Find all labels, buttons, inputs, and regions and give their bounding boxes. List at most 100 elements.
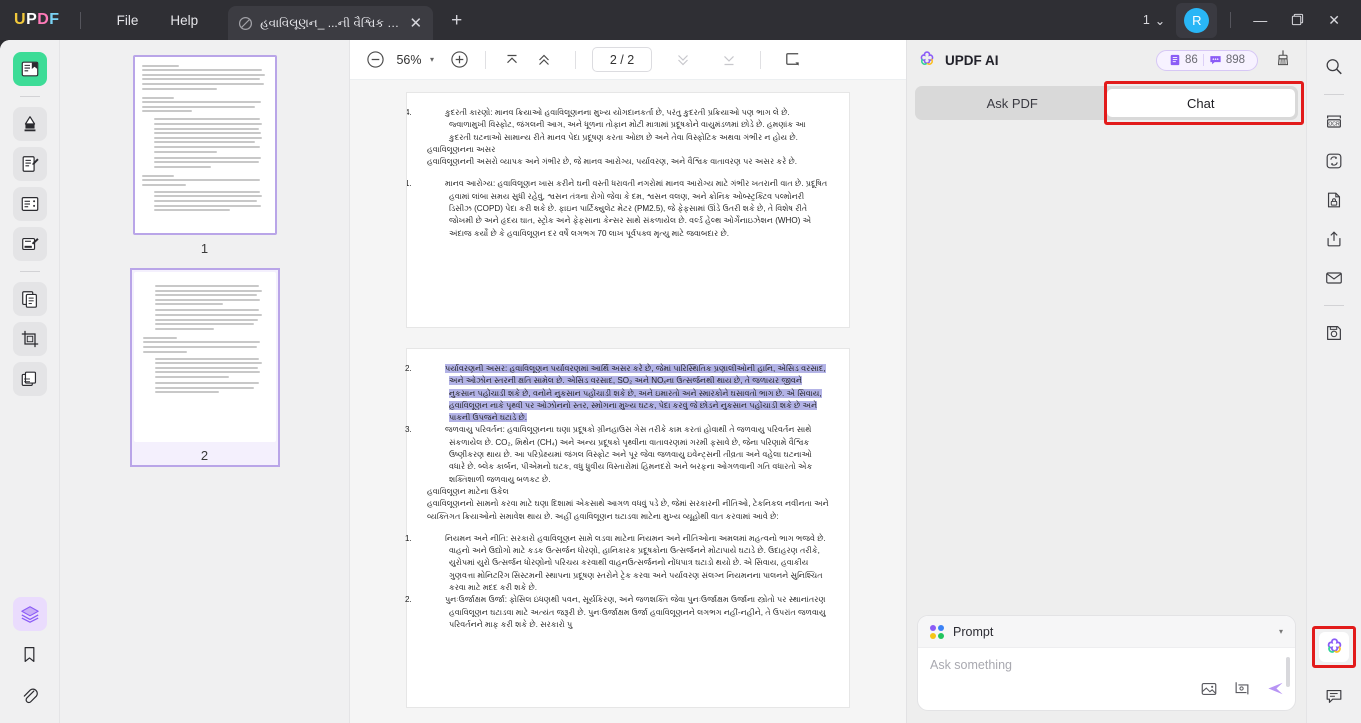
thumbnail-page-2-label: 2 [200, 448, 209, 463]
edit-document-icon [22, 156, 39, 172]
toolbar-divider-2 [575, 50, 577, 69]
sidebar-bookmarks-panel[interactable] [13, 637, 47, 671]
zoom-level-value[interactable]: 56% [392, 53, 426, 67]
new-tab-button[interactable]: + [445, 9, 468, 32]
sidebar-layers-panel[interactable] [12, 597, 47, 631]
previous-page-button[interactable] [529, 45, 559, 75]
thumbnail-page-2[interactable]: 2 [129, 268, 280, 467]
page-indicator[interactable]: 2 / 2 [592, 47, 653, 72]
zoom-out-button[interactable] [360, 45, 390, 75]
ai-prompt-input-placeholder[interactable]: Ask something [930, 658, 1283, 672]
comment-icon [1326, 689, 1342, 703]
right-comment-tool[interactable] [1319, 681, 1349, 711]
send-button[interactable] [1266, 679, 1285, 703]
sidebar-edit-pdf-tool[interactable] [12, 147, 47, 181]
document-tab-close-icon[interactable]: ✕ [407, 14, 426, 33]
svg-text:OCR: OCR [1328, 121, 1340, 127]
next-page-button[interactable] [668, 45, 698, 75]
clear-chat-button[interactable] [1266, 49, 1296, 71]
updf-logo: U P D F [14, 11, 60, 29]
right-search-tool[interactable] [1319, 52, 1349, 82]
thumbnail-page-1[interactable]: 1 [132, 55, 277, 256]
sidebar-organize-tool[interactable] [12, 362, 47, 396]
document-scroll-area[interactable]: 4. કુદરતી કારણો: માનવ ક્રિયાઓ હવાવિલૂણનના… [350, 80, 906, 723]
right-save-tool[interactable] [1319, 318, 1349, 348]
maximize-button[interactable] [1280, 7, 1315, 34]
ai-panel-title: UPDF AI [945, 52, 999, 68]
zoom-dropdown-chevron-down-icon[interactable]: ▾ [428, 55, 442, 64]
page2-heading: હવાવિલૂણન માટેના ઉકેલ [427, 486, 509, 496]
avatar: R [1184, 7, 1210, 33]
thumbnail-panel[interactable]: 1 2 [60, 40, 350, 723]
right-tool-rail: OCR [1306, 40, 1361, 723]
zoom-in-button[interactable] [444, 45, 474, 75]
send-icon [1268, 682, 1283, 695]
badge-document-count-value: 86 [1185, 54, 1198, 66]
logo-letter-f: F [49, 11, 60, 28]
page-2-content: 2. પર્યાવરણની અસર: હવાવિલૂણન પર્યાવરણમાં … [405, 348, 850, 708]
right-email-tool[interactable] [1319, 263, 1349, 293]
window-count-dropdown[interactable]: 1 ⌄ [1136, 8, 1172, 33]
titlebar-divider-2 [1230, 12, 1232, 28]
form-icon [21, 197, 38, 211]
last-page-button[interactable] [714, 45, 744, 75]
page2-paragraph: હવાવિલૂણનનો સામનો કરવા માટે ઘણા દિશામાં … [427, 499, 829, 521]
share-icon [1327, 231, 1341, 247]
sidebar-page-tool[interactable] [12, 282, 47, 316]
layers-icon [20, 606, 39, 623]
sidebar-annotate-tool[interactable] [12, 107, 47, 141]
composer-chevron-down-icon[interactable]: ▾ [1279, 627, 1283, 636]
sidebar-attachments-panel[interactable] [13, 677, 47, 711]
page1-item-1-text: માનવ આરોગ્ય: હવાવિલૂણન ખાસ કરીને ઘની વસ્… [445, 179, 828, 238]
page2-item-2-highlighted-text[interactable]: પર્યાવરણની અસર: હવાવિલૂણન પર્યાવરણમાં આર… [445, 364, 826, 423]
first-page-button[interactable] [497, 45, 527, 75]
protect-document-icon [1327, 192, 1341, 208]
right-ocr-tool[interactable]: OCR [1319, 107, 1349, 137]
window-count-value: 1 [1142, 13, 1150, 27]
broom-icon [1277, 50, 1289, 66]
right-updf-ai-tool-wrap [1312, 626, 1356, 668]
toolbar-divider-1 [485, 50, 487, 69]
composer-actions [1200, 679, 1285, 703]
sidebar-sign-tool[interactable] [12, 227, 47, 261]
page2-item-2-number: 2. [405, 364, 412, 373]
composer-input-area[interactable]: Ask something [918, 648, 1295, 710]
document-viewer: 56% ▾ 2 / 2 . કુદરતી કારણો: માનવ ક્રિયાઓ… [350, 40, 906, 723]
signature-icon [21, 237, 39, 251]
view-mode-button[interactable] [777, 45, 807, 75]
title-bar: U P D F File Help હવાવિલૂણન_ ...ની વૈશ્વ… [0, 0, 1361, 40]
attach-image-button[interactable] [1200, 680, 1218, 703]
tab-chat[interactable]: Chat [1106, 89, 1295, 117]
pages-icon [21, 291, 37, 308]
composer-prompt-selector[interactable]: Prompt ▾ [918, 616, 1295, 648]
reader-icon [21, 61, 38, 77]
toolbar-divider-3 [760, 50, 762, 69]
close-button[interactable]: ✕ [1317, 7, 1351, 33]
rail-divider-2 [19, 271, 40, 272]
sidebar-form-tool[interactable] [12, 187, 47, 221]
right-convert-tool[interactable] [1319, 146, 1349, 176]
right-share-tool[interactable] [1319, 224, 1349, 254]
page1-item-4: 4. કુદરતી કારણો: માનવ ક્રિયાઓ હવાવિલૂણનના… [407, 107, 829, 144]
sidebar-crop-tool[interactable] [12, 322, 47, 356]
right-protect-tool[interactable] [1319, 185, 1349, 215]
logo-letter-p: P [26, 11, 38, 28]
thumbnail-page-1-image [132, 55, 277, 235]
badge-document-count: 86 [1164, 54, 1203, 66]
composer-prompt-label: Prompt [953, 624, 994, 639]
screenshot-button[interactable] [1233, 680, 1251, 703]
menu-file[interactable]: File [101, 7, 155, 34]
right-updf-ai-tool[interactable] [1319, 632, 1349, 662]
tab-ask-pdf[interactable]: Ask PDF [918, 89, 1107, 117]
organize-pages-icon [21, 371, 36, 386]
page2-item-1-text: નિયમન અને નીતિ: સરકારો હવાવિલૂણન સામે લડ… [445, 533, 826, 593]
minimize-button[interactable]: — [1242, 7, 1278, 33]
left-tool-rail [0, 40, 60, 723]
composer-scrollbar[interactable] [1286, 657, 1290, 687]
sidebar-reader-tool[interactable] [12, 52, 47, 86]
chevron-up-icon [539, 54, 549, 65]
page1-item-1: 1. માનવ આરોગ્ય: હવાવિલૂણન ખાસ કરીને ઘની વ… [407, 178, 829, 239]
account-button[interactable]: R [1176, 2, 1218, 38]
menu-help[interactable]: Help [154, 7, 214, 34]
document-tab[interactable]: હવાવિલૂણન_ ...ની વૈશ્વિક ચિંતા ✕ [228, 6, 434, 40]
